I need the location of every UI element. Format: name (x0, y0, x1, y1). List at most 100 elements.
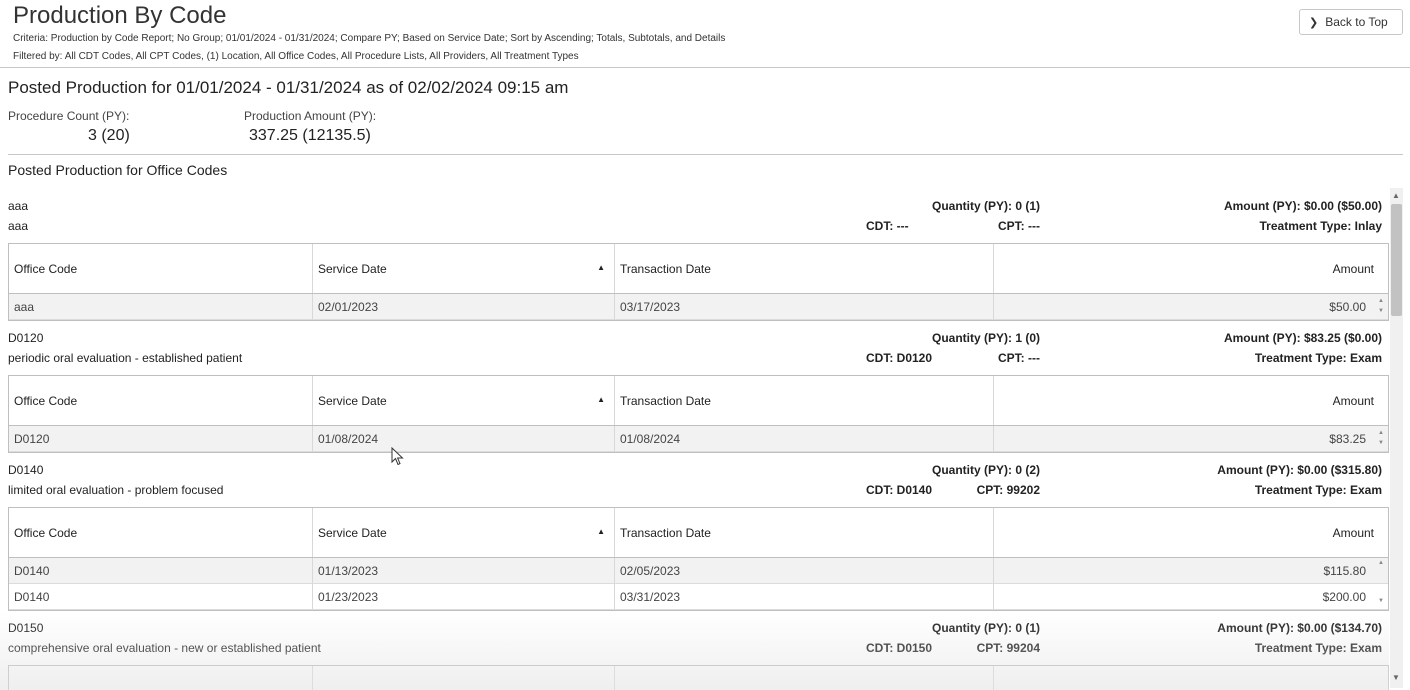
cell-transaction-date: 03/31/2023 (615, 584, 994, 609)
chevron-up-icon: ❯ (1309, 16, 1319, 29)
cpt-code: CPT: --- (998, 219, 1040, 233)
cell-service-date: 02/01/2023 (313, 294, 615, 319)
treatment-type: Treatment Type: Exam (1254, 351, 1382, 365)
cell-service-date: 01/13/2023 (313, 558, 615, 583)
col-office-code[interactable]: Office Code (9, 244, 313, 293)
grid-scroll-down-icon[interactable]: ▼ (1377, 596, 1385, 606)
col-office-code[interactable]: Office Code (9, 508, 313, 557)
summary-title: Posted Production for 01/01/2024 - 01/31… (8, 78, 569, 97)
col-amount[interactable] (994, 666, 1388, 690)
detail-grid (8, 665, 1389, 690)
cell-amount: $50.00 (1329, 299, 1366, 314)
treatment-type: Treatment Type: Exam (1254, 641, 1382, 655)
grid-scroll-arrows-icon[interactable]: ▲ ▼ (1377, 428, 1385, 448)
cell-office-code: D0120 (9, 426, 313, 451)
code-description: aaa (8, 219, 29, 233)
scrollbar-thumb[interactable] (1391, 204, 1402, 316)
amount-py: Amount (PY): $0.00 ($315.80) (1217, 463, 1382, 477)
back-to-top-button[interactable]: ❯ Back to Top (1299, 9, 1403, 35)
col-service-date[interactable]: Service Date ▲ (313, 508, 615, 557)
code-description: periodic oral evaluation - established p… (8, 351, 243, 365)
scroll-down-icon[interactable]: ▼ (1392, 673, 1400, 682)
col-service-date-label: Service Date (318, 261, 387, 276)
col-transaction-date[interactable]: Transaction Date (615, 376, 994, 425)
treatment-type: Treatment Type: Inlay (1259, 219, 1382, 233)
col-transaction-date[interactable]: Transaction Date (615, 244, 994, 293)
col-amount[interactable]: Amount (994, 376, 1388, 425)
col-service-date[interactable] (313, 666, 615, 690)
back-to-top-label: Back to Top (1325, 15, 1388, 29)
cpt-code: CPT: --- (998, 351, 1040, 365)
quantity-py: Quantity (PY): 0 (1) (931, 621, 1040, 635)
grid-header: Office Code Service Date ▲ Transaction Da… (9, 244, 1388, 294)
cdt-code: CDT: D0140 (866, 483, 933, 497)
table-row[interactable]: aaa 02/01/2023 03/17/2023 $50.00 ▲ ▼ (9, 294, 1388, 320)
sort-ascending-icon[interactable]: ▲ (597, 527, 605, 536)
cdt-code: CDT: D0150 (866, 641, 933, 655)
cell-service-date: 01/23/2023 (313, 584, 615, 609)
detail-grid: Office Code Service Date ▲ Transaction Da… (8, 243, 1389, 321)
col-office-code[interactable] (9, 666, 313, 690)
quantity-py: Quantity (PY): 0 (1) (931, 199, 1040, 213)
code-name: D0120 (8, 331, 44, 345)
table-row[interactable]: D0140 01/23/2023 03/31/2023 $200.00 ▼ (9, 584, 1388, 610)
cell-office-code: D0140 (9, 584, 313, 609)
col-transaction-date[interactable] (615, 666, 994, 690)
col-service-date-label: Service Date (318, 393, 387, 408)
mouse-cursor-icon (391, 447, 404, 466)
cdt-code: CDT: --- (866, 219, 909, 233)
grid-header: Office Code Service Date ▲ Transaction Da… (9, 508, 1388, 558)
cpt-code: CPT: 99204 (976, 641, 1040, 655)
code-name: D0150 (8, 621, 44, 635)
production-amount-value: 337.25 (12135.5) (249, 127, 371, 144)
page-title: Production By Code (13, 2, 227, 29)
col-transaction-date[interactable]: Transaction Date (615, 508, 994, 557)
report-header: Production By Code Criteria: Production … (0, 0, 1410, 68)
sort-ascending-icon[interactable]: ▲ (597, 263, 605, 272)
grid-header: Office Code Service Date ▲ Transaction Da… (9, 376, 1388, 426)
amount-py: Amount (PY): $0.00 ($50.00) (1223, 199, 1382, 213)
procedure-count-value: 3 (20) (88, 127, 130, 144)
cell-amount: $83.25 (1329, 431, 1366, 446)
production-amount-label: Production Amount (PY): (244, 109, 377, 123)
col-amount[interactable]: Amount (994, 508, 1388, 557)
scroll-up-icon[interactable]: ▲ (1392, 191, 1400, 200)
amount-py: Amount (PY): $83.25 ($0.00) (1223, 331, 1382, 345)
code-description: limited oral evaluation - problem focuse… (8, 483, 224, 497)
detail-grid: Office Code Service Date ▲ Transaction Da… (8, 375, 1389, 453)
grid-scroll-up-icon[interactable]: ▲ (1377, 558, 1385, 568)
cdt-code: CDT: D0120 (866, 351, 933, 365)
code-name: D0140 (8, 463, 44, 477)
cell-amount: $115.80 (1323, 563, 1367, 578)
page-scrollbar[interactable]: ▲ ▼ (1390, 188, 1403, 688)
grid-header (9, 666, 1388, 690)
table-row[interactable]: D0120 01/08/2024 01/08/2024 $83.25 ▲ ▼ (9, 426, 1388, 452)
code-description: comprehensive oral evaluation - new or e… (8, 641, 321, 655)
table-row[interactable]: D0140 01/13/2023 02/05/2023 $115.80 ▲ (9, 558, 1388, 584)
col-amount[interactable]: Amount (994, 244, 1388, 293)
amount-py: Amount (PY): $0.00 ($134.70) (1217, 621, 1382, 635)
cell-office-code: D0140 (9, 558, 313, 583)
col-service-date[interactable]: Service Date ▲ (313, 376, 615, 425)
report-criteria: Criteria: Production by Code Report; No … (13, 33, 726, 44)
procedure-count-label: Procedure Count (PY): (8, 109, 130, 123)
quantity-py: Quantity (PY): 0 (2) (931, 463, 1040, 477)
divider (8, 154, 1403, 155)
report-filters: Filtered by: All CDT Codes, All CPT Code… (13, 51, 579, 62)
col-service-date[interactable]: Service Date ▲ (313, 244, 615, 293)
cell-transaction-date: 03/17/2023 (615, 294, 994, 319)
treatment-type: Treatment Type: Exam (1254, 483, 1382, 497)
col-office-code[interactable]: Office Code (9, 376, 313, 425)
grid-scroll-arrows-icon[interactable]: ▲ ▼ (1377, 296, 1385, 316)
cell-transaction-date: 02/05/2023 (615, 558, 994, 583)
section-title: Posted Production for Office Codes (8, 162, 228, 178)
cell-office-code: aaa (9, 294, 313, 319)
col-service-date-label: Service Date (318, 525, 387, 540)
cell-amount: $200.00 (1322, 589, 1366, 604)
sort-ascending-icon[interactable]: ▲ (597, 395, 605, 404)
cpt-code: CPT: 99202 (976, 483, 1040, 497)
cell-transaction-date: 01/08/2024 (615, 426, 994, 451)
cell-service-date: 01/08/2024 (313, 426, 615, 451)
code-name: aaa (8, 199, 29, 213)
quantity-py: Quantity (PY): 1 (0) (931, 331, 1040, 345)
